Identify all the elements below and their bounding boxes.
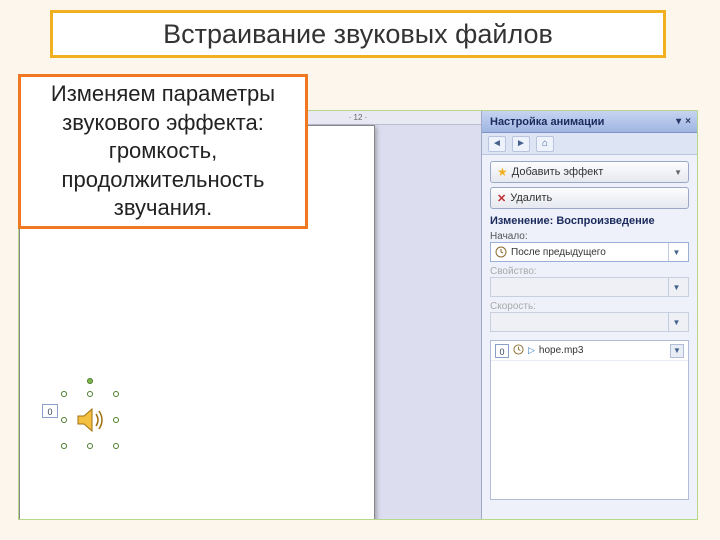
resize-handle[interactable]	[61, 443, 67, 449]
speed-dropdown: ▼	[490, 312, 689, 332]
sound-object[interactable]: 0	[64, 394, 116, 446]
nav-back-icon[interactable]: ◄	[488, 136, 506, 152]
property-dropdown: ▼	[490, 277, 689, 297]
clock-icon	[495, 246, 507, 258]
chevron-down-icon: ▼	[674, 168, 682, 177]
task-pane-close-icon[interactable]: ×	[685, 116, 691, 127]
ruler-mark: · 12 ·	[349, 113, 368, 122]
resize-handle[interactable]	[87, 443, 93, 449]
play-icon: ▷	[528, 345, 535, 356]
slide-title-box: Встраивание звуковых файлов	[50, 10, 666, 58]
speaker-icon	[72, 402, 108, 438]
task-pane-header: Настройка анимации ▾ ×	[482, 111, 697, 133]
task-pane-nav: ◄ ► ⌂	[482, 133, 697, 155]
property-field-label: Свойство:	[490, 266, 689, 277]
caption-text: Изменяем параметры звукового эффекта: гр…	[31, 80, 295, 223]
nav-forward-icon[interactable]: ►	[512, 136, 530, 152]
chevron-down-icon: ▼	[668, 278, 684, 296]
task-pane-title: Настройка анимации	[490, 116, 604, 128]
x-icon: ✕	[497, 192, 506, 205]
effect-row[interactable]: 0 ▷ hope.mp3 ▼	[491, 341, 688, 361]
resize-handle[interactable]	[113, 391, 119, 397]
start-dropdown[interactable]: После предыдущего ▼	[490, 242, 689, 262]
chevron-down-icon: ▼	[668, 243, 684, 261]
clock-icon	[513, 344, 524, 358]
animation-task-pane: Настройка анимации ▾ × ◄ ► ⌂ ★ Добавить …	[481, 111, 697, 520]
start-value: После предыдущего	[511, 247, 606, 258]
task-pane-dropdown-icon[interactable]: ▾	[676, 116, 681, 127]
resize-handle[interactable]	[113, 443, 119, 449]
effect-list[interactable]: 0 ▷ hope.mp3 ▼	[490, 340, 689, 500]
add-effect-button[interactable]: ★ Добавить эффект ▼	[490, 161, 689, 183]
speed-field-label: Скорость:	[490, 301, 689, 312]
effect-name: hope.mp3	[539, 345, 666, 356]
task-pane-body: ★ Добавить эффект ▼ ✕ Удалить Изменение:…	[482, 155, 697, 506]
effect-order: 0	[495, 344, 509, 358]
chevron-down-icon: ▼	[668, 313, 684, 331]
resize-handle[interactable]	[61, 417, 67, 423]
animation-order-tag[interactable]: 0	[42, 404, 58, 418]
change-section-label: Изменение: Воспроизведение	[490, 215, 689, 227]
remove-effect-button[interactable]: ✕ Удалить	[490, 187, 689, 209]
resize-handle[interactable]	[61, 391, 67, 397]
resize-handle[interactable]	[87, 391, 93, 397]
caption-box: Изменяем параметры звукового эффекта: гр…	[18, 74, 308, 229]
rotate-handle[interactable]	[87, 378, 93, 384]
slide-title: Встраивание звуковых файлов	[163, 19, 553, 50]
add-effect-label: Добавить эффект	[512, 166, 603, 178]
start-field-label: Начало:	[490, 231, 689, 242]
remove-label: Удалить	[510, 192, 552, 204]
resize-handle[interactable]	[113, 417, 119, 423]
chevron-down-icon[interactable]: ▼	[670, 344, 684, 358]
nav-home-icon[interactable]: ⌂	[536, 136, 554, 152]
star-icon: ★	[497, 165, 508, 179]
